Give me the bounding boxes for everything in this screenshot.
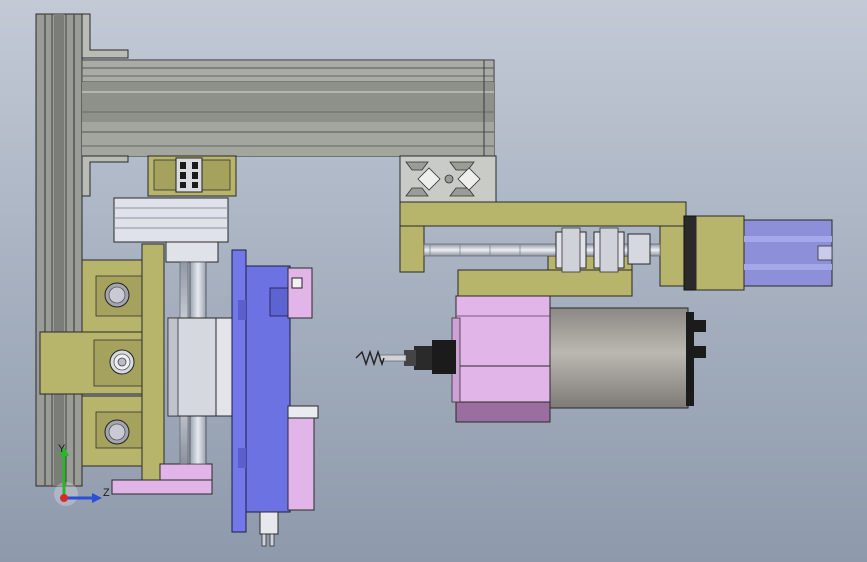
beam-bracket (81, 155, 129, 197)
y-axis-label: Y (58, 443, 66, 455)
lead-screw (423, 243, 661, 257)
vertical-extrusion-post[interactable] (35, 13, 83, 487)
corner-bracket-top (81, 13, 129, 59)
screw-nut-block (555, 227, 651, 273)
spindle-motor[interactable] (404, 295, 706, 423)
horizontal-extrusion-beam[interactable] (81, 59, 495, 157)
cad-viewport[interactable]: Y Z (0, 0, 867, 562)
coupling-housing[interactable] (147, 155, 237, 197)
mounting-plate[interactable] (231, 249, 291, 533)
shaft-coupling (175, 157, 203, 193)
linear-guide-block[interactable] (113, 197, 229, 263)
bearing-icon (109, 349, 135, 375)
drill-bit (355, 349, 407, 367)
assembly-drawing: Y Z (35, 13, 833, 547)
roller-wheel (104, 282, 130, 308)
extrusion-profile-end (399, 155, 497, 203)
roller-wheel (104, 419, 130, 445)
stepper-motor[interactable] (683, 215, 833, 291)
stepper-motor-vertical[interactable] (167, 317, 235, 417)
z-axis-label: Z (103, 487, 110, 499)
